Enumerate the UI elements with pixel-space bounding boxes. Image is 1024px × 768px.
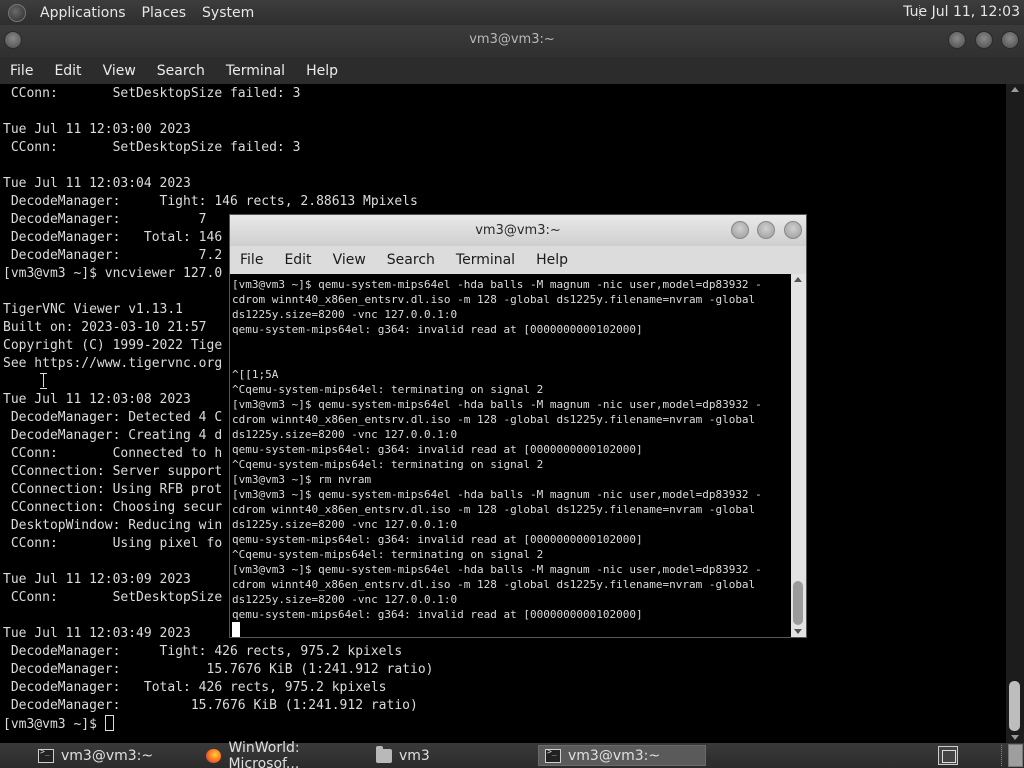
shell-prompt: [vm3@vm3 ~]$ [3, 717, 105, 732]
terminal-window-secondary: vm3@vm3:~ File Edit View Search Terminal… [229, 214, 807, 638]
top-panel: Applications Places System Tue Jul 11, 1… [0, 0, 1024, 25]
terminal-prompt-line [232, 622, 791, 637]
terminal-line: ^[[1;5A [232, 368, 279, 381]
task-label: vm3@vm3:~ [568, 747, 661, 764]
text-cursor [232, 622, 240, 637]
terminal-line: ^Cqemu-system-mips64el: terminating on s… [232, 548, 544, 561]
terminal-menubar: File Edit View Search Terminal Help [0, 57, 1024, 84]
scroll-down-icon[interactable] [794, 629, 802, 634]
terminal-line: qemu-system-mips64el: g364: invalid read… [232, 443, 643, 456]
taskbar: vm3@vm3:~ WinWorld: Microsof... vm3 vm3@… [0, 740, 1024, 768]
taskbar-item-terminal-active[interactable]: vm3@vm3:~ [538, 745, 706, 766]
terminal-line: Tue Jul 11 12:03:00 2023 [3, 122, 191, 137]
menu-terminal[interactable]: Terminal [448, 252, 523, 268]
window-title: vm3@vm3:~ [469, 32, 555, 47]
terminal-line: DecodeManager: 15.7676 KiB (1:241.912 ra… [3, 698, 418, 713]
taskbar-item-firefox[interactable]: WinWorld: Microsof... [200, 740, 370, 768]
terminal-line: CConn: SetDesktopSize failed: 3 [3, 86, 301, 101]
menu-file[interactable]: File [2, 63, 41, 79]
terminal-line: cdrom winnt40_x86en_entsrv.dl.iso -m 128… [232, 413, 756, 426]
terminal-menubar: File Edit View Search Terminal Help [230, 246, 806, 274]
clock[interactable]: Tue Jul 11, 12:03 [903, 4, 1020, 20]
menu-edit[interactable]: Edit [276, 252, 319, 268]
terminal-line: [vm3@vm3 ~]$ qemu-system-mips64el -hda b… [232, 563, 762, 576]
menu-terminal[interactable]: Terminal [218, 63, 293, 79]
terminal-icon [38, 747, 54, 763]
menu-view[interactable]: View [325, 252, 374, 268]
window-titlebar[interactable]: vm3@vm3:~ [230, 215, 806, 246]
terminal-line: ds1225y.size=8200 -vnc 127.0.0.1:0 [232, 593, 458, 606]
terminal-line: [vm3@vm3 ~]$ rm nvram [232, 473, 372, 486]
menu-view[interactable]: View [95, 63, 144, 79]
task-label: vm3@vm3:~ [61, 747, 154, 764]
scrollbar-thumb[interactable] [1009, 681, 1020, 731]
menu-edit[interactable]: Edit [46, 63, 89, 79]
scroll-up-icon[interactable] [1011, 87, 1019, 92]
close-button[interactable] [1001, 31, 1019, 49]
maximize-button[interactable] [757, 221, 775, 239]
terminal-line: qemu-system-mips64el: g364: invalid read… [232, 533, 643, 546]
maximize-button[interactable] [975, 31, 993, 49]
text-cursor-pointer-icon [40, 373, 48, 389]
taskbar-item-terminal[interactable]: vm3@vm3:~ [32, 745, 196, 766]
terminal-line: [vm3@vm3 ~]$ qemu-system-mips64el -hda b… [232, 398, 762, 411]
terminal-line: qemu-system-mips64el: g364: invalid read… [232, 323, 643, 336]
folder-icon [376, 745, 392, 763]
menu-system[interactable]: System [194, 5, 262, 21]
minimize-button[interactable] [731, 221, 749, 239]
terminal-output[interactable]: [vm3@vm3 ~]$ qemu-system-mips64el -hda b… [230, 274, 791, 637]
window-menu-button[interactable] [4, 31, 22, 49]
menu-search[interactable]: Search [149, 63, 213, 79]
terminal-line: Tue Jul 11 12:03:04 2023 [3, 176, 191, 191]
terminal-line: DecodeManager: Tight: 146 rects, 2.88613… [3, 194, 418, 209]
menu-places[interactable]: Places [134, 5, 195, 21]
show-desktop-icon[interactable] [938, 746, 958, 765]
terminal-line: cdrom winnt40_x86en_entsrv.dl.iso -m 128… [232, 293, 756, 306]
scroll-down-icon[interactable] [1011, 735, 1019, 740]
terminal-line: cdrom winnt40_x86en_entsrv.dl.iso -m 128… [232, 503, 756, 516]
terminal-icon [545, 747, 561, 763]
close-button[interactable] [784, 221, 802, 239]
terminal-line: ^Cqemu-system-mips64el: terminating on s… [232, 383, 544, 396]
terminal-line: ds1225y.size=8200 -vnc 127.0.0.1:0 [232, 308, 458, 321]
distro-logo-icon[interactable] [8, 3, 26, 22]
task-label: vm3 [399, 747, 430, 764]
terminal-line: DecodeManager: 15.7676 KiB (1:241.912 ra… [3, 662, 434, 677]
terminal-line: DecodeManager: Tight: 426 rects, 975.2 k… [3, 644, 403, 659]
window-title: vm3@vm3:~ [475, 223, 561, 238]
minimize-button[interactable] [948, 31, 966, 49]
menu-applications[interactable]: Applications [32, 5, 134, 21]
menu-search[interactable]: Search [379, 252, 443, 268]
terminal-line: [vm3@vm3 ~]$ qemu-system-mips64el -hda b… [232, 488, 762, 501]
workspace-switcher[interactable] [1008, 744, 1023, 767]
menu-help[interactable]: Help [298, 63, 346, 79]
scrollbar[interactable] [1006, 84, 1024, 743]
window-titlebar[interactable]: vm3@vm3:~ [0, 25, 1024, 57]
terminal-prompt-line: [vm3@vm3 ~]$ [3, 715, 1006, 733]
terminal-line: DecodeManager: Total: 426 rects, 975.2 k… [3, 680, 387, 695]
panel-separator [1001, 745, 1003, 766]
terminal-line: cdrom winnt40_x86en_entsrv.dl.iso -m 128… [232, 578, 756, 591]
terminal-line: qemu-system-mips64el: g364: invalid read… [232, 608, 643, 621]
menu-help[interactable]: Help [528, 252, 576, 268]
menu-file[interactable]: File [232, 252, 271, 268]
firefox-icon [206, 748, 222, 763]
terminal-line: ds1225y.size=8200 -vnc 127.0.0.1:0 [232, 518, 458, 531]
terminal-line: ^Cqemu-system-mips64el: terminating on s… [232, 458, 544, 471]
text-cursor [104, 715, 114, 731]
task-label: WinWorld: Microsof... [228, 739, 300, 768]
terminal-line: [vm3@vm3 ~]$ qemu-system-mips64el -hda b… [232, 278, 762, 291]
scrollbar[interactable] [791, 274, 806, 637]
terminal-line: ds1225y.size=8200 -vnc 127.0.0.1:0 [232, 428, 458, 441]
scrollbar-thumb[interactable] [793, 581, 803, 625]
taskbar-item-folder[interactable]: vm3 [370, 745, 536, 766]
scroll-up-icon[interactable] [794, 277, 802, 282]
terminal-line: CConn: SetDesktopSize failed: 3 [3, 140, 301, 155]
